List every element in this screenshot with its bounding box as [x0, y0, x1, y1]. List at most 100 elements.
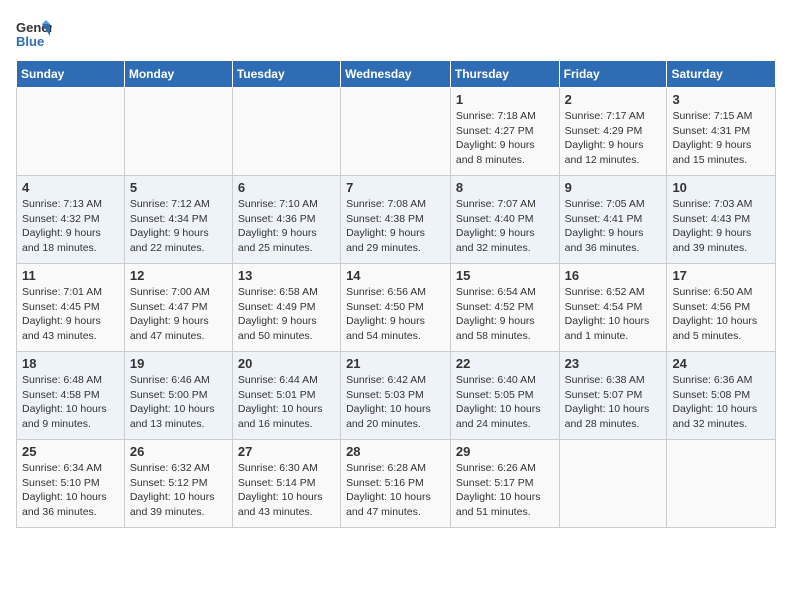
calendar-cell: 10 Sunrise: 7:03 AM Sunset: 4:43 PM Dayli… [667, 176, 776, 264]
header-cell-sunday: Sunday [17, 61, 125, 88]
page-header: General Blue [16, 16, 776, 52]
calendar-cell: 4 Sunrise: 7:13 AM Sunset: 4:32 PM Daylig… [17, 176, 125, 264]
day-number: 21 [346, 356, 445, 371]
day-detail: Sunrise: 6:54 AM Sunset: 4:52 PM Dayligh… [456, 285, 554, 344]
day-number: 9 [565, 180, 662, 195]
day-number: 6 [238, 180, 335, 195]
calendar-cell: 5Sunrise: 7:12 AM Sunset: 4:34 PM Daylig… [124, 176, 232, 264]
day-number: 24 [672, 356, 770, 371]
calendar-cell: 6Sunrise: 7:10 AM Sunset: 4:36 PM Daylig… [232, 176, 340, 264]
calendar-cell: 3 Sunrise: 7:15 AM Sunset: 4:31 PM Daylig… [667, 88, 776, 176]
calendar-cell: 8Sunrise: 7:07 AM Sunset: 4:40 PM Daylig… [450, 176, 559, 264]
day-detail: Sunrise: 6:48 AM Sunset: 4:58 PM Dayligh… [22, 373, 119, 432]
calendar-cell: 9 Sunrise: 7:05 AM Sunset: 4:41 PM Daylig… [559, 176, 667, 264]
day-number: 3 [672, 92, 770, 107]
day-detail: Sunrise: 6:28 AM Sunset: 5:16 PM Dayligh… [346, 461, 445, 520]
day-number: 28 [346, 444, 445, 459]
day-number: 11 [22, 268, 119, 283]
day-detail: Sunrise: 6:32 AM Sunset: 5:12 PM Dayligh… [130, 461, 227, 520]
day-number: 25 [22, 444, 119, 459]
calendar-week-4: 18 Sunrise: 6:48 AM Sunset: 4:58 PM Dayli… [17, 352, 776, 440]
calendar-cell [17, 88, 125, 176]
calendar-cell: 25 Sunrise: 6:34 AM Sunset: 5:10 PM Dayli… [17, 440, 125, 528]
day-detail: Sunrise: 6:34 AM Sunset: 5:10 PM Dayligh… [22, 461, 119, 520]
calendar-cell: 15 Sunrise: 6:54 AM Sunset: 4:52 PM Dayli… [450, 264, 559, 352]
day-number: 19 [130, 356, 227, 371]
calendar-cell: 22 Sunrise: 6:40 AM Sunset: 5:05 PM Dayli… [450, 352, 559, 440]
day-detail: Sunrise: 7:13 AM Sunset: 4:32 PM Dayligh… [22, 197, 119, 256]
calendar-cell [559, 440, 667, 528]
calendar-cell: 2 Sunrise: 7:17 AM Sunset: 4:29 PM Daylig… [559, 88, 667, 176]
header-cell-wednesday: Wednesday [341, 61, 451, 88]
day-number: 23 [565, 356, 662, 371]
logo-icon: General Blue [16, 16, 52, 52]
svg-text:Blue: Blue [16, 34, 44, 49]
day-number: 17 [672, 268, 770, 283]
logo: General Blue [16, 16, 56, 52]
day-detail: Sunrise: 6:36 AM Sunset: 5:08 PM Dayligh… [672, 373, 770, 432]
day-number: 13 [238, 268, 335, 283]
calendar-cell: 16Sunrise: 6:52 AM Sunset: 4:54 PM Dayli… [559, 264, 667, 352]
calendar-cell: 18 Sunrise: 6:48 AM Sunset: 4:58 PM Dayli… [17, 352, 125, 440]
day-detail: Sunrise: 7:18 AM Sunset: 4:27 PM Dayligh… [456, 109, 554, 168]
header-cell-monday: Monday [124, 61, 232, 88]
day-detail: Sunrise: 7:05 AM Sunset: 4:41 PM Dayligh… [565, 197, 662, 256]
calendar-header: SundayMondayTuesdayWednesdayThursdayFrid… [17, 61, 776, 88]
calendar-cell: 21Sunrise: 6:42 AM Sunset: 5:03 PM Dayli… [341, 352, 451, 440]
day-detail: Sunrise: 7:00 AM Sunset: 4:47 PM Dayligh… [130, 285, 227, 344]
calendar-cell: 24 Sunrise: 6:36 AM Sunset: 5:08 PM Dayli… [667, 352, 776, 440]
calendar-cell: 1 Sunrise: 7:18 AM Sunset: 4:27 PM Daylig… [450, 88, 559, 176]
day-detail: Sunrise: 7:15 AM Sunset: 4:31 PM Dayligh… [672, 109, 770, 168]
day-number: 16 [565, 268, 662, 283]
calendar-cell: 7 Sunrise: 7:08 AM Sunset: 4:38 PM Daylig… [341, 176, 451, 264]
day-detail: Sunrise: 7:08 AM Sunset: 4:38 PM Dayligh… [346, 197, 445, 256]
calendar-cell [232, 88, 340, 176]
header-cell-tuesday: Tuesday [232, 61, 340, 88]
day-detail: Sunrise: 7:03 AM Sunset: 4:43 PM Dayligh… [672, 197, 770, 256]
day-number: 1 [456, 92, 554, 107]
day-number: 2 [565, 92, 662, 107]
day-detail: Sunrise: 7:17 AM Sunset: 4:29 PM Dayligh… [565, 109, 662, 168]
calendar-body: 1 Sunrise: 7:18 AM Sunset: 4:27 PM Daylig… [17, 88, 776, 528]
day-detail: Sunrise: 6:44 AM Sunset: 5:01 PM Dayligh… [238, 373, 335, 432]
day-number: 18 [22, 356, 119, 371]
day-detail: Sunrise: 6:26 AM Sunset: 5:17 PM Dayligh… [456, 461, 554, 520]
calendar-cell: 14 Sunrise: 6:56 AM Sunset: 4:50 PM Dayli… [341, 264, 451, 352]
day-detail: Sunrise: 6:38 AM Sunset: 5:07 PM Dayligh… [565, 373, 662, 432]
day-number: 8 [456, 180, 554, 195]
calendar-cell [124, 88, 232, 176]
calendar-cell: 19Sunrise: 6:46 AM Sunset: 5:00 PM Dayli… [124, 352, 232, 440]
day-number: 10 [672, 180, 770, 195]
day-number: 26 [130, 444, 227, 459]
calendar-cell: 12Sunrise: 7:00 AM Sunset: 4:47 PM Dayli… [124, 264, 232, 352]
day-detail: Sunrise: 6:50 AM Sunset: 4:56 PM Dayligh… [672, 285, 770, 344]
day-detail: Sunrise: 7:01 AM Sunset: 4:45 PM Dayligh… [22, 285, 119, 344]
day-detail: Sunrise: 6:56 AM Sunset: 4:50 PM Dayligh… [346, 285, 445, 344]
day-number: 29 [456, 444, 554, 459]
day-number: 27 [238, 444, 335, 459]
calendar-cell: 11 Sunrise: 7:01 AM Sunset: 4:45 PM Dayli… [17, 264, 125, 352]
calendar-cell: 23 Sunrise: 6:38 AM Sunset: 5:07 PM Dayli… [559, 352, 667, 440]
header-cell-saturday: Saturday [667, 61, 776, 88]
calendar-cell: 27 Sunrise: 6:30 AM Sunset: 5:14 PM Dayli… [232, 440, 340, 528]
day-detail: Sunrise: 6:30 AM Sunset: 5:14 PM Dayligh… [238, 461, 335, 520]
day-detail: Sunrise: 6:40 AM Sunset: 5:05 PM Dayligh… [456, 373, 554, 432]
calendar-week-1: 1 Sunrise: 7:18 AM Sunset: 4:27 PM Daylig… [17, 88, 776, 176]
header-row: SundayMondayTuesdayWednesdayThursdayFrid… [17, 61, 776, 88]
day-number: 15 [456, 268, 554, 283]
calendar-cell: 29 Sunrise: 6:26 AM Sunset: 5:17 PM Dayli… [450, 440, 559, 528]
calendar-table: SundayMondayTuesdayWednesdayThursdayFrid… [16, 60, 776, 528]
calendar-cell [341, 88, 451, 176]
calendar-cell [667, 440, 776, 528]
header-cell-thursday: Thursday [450, 61, 559, 88]
calendar-cell: 17 Sunrise: 6:50 AM Sunset: 4:56 PM Dayli… [667, 264, 776, 352]
day-number: 4 [22, 180, 119, 195]
calendar-cell: 28 Sunrise: 6:28 AM Sunset: 5:16 PM Dayli… [341, 440, 451, 528]
day-number: 20 [238, 356, 335, 371]
day-number: 22 [456, 356, 554, 371]
day-number: 14 [346, 268, 445, 283]
calendar-cell: 20 Sunrise: 6:44 AM Sunset: 5:01 PM Dayli… [232, 352, 340, 440]
calendar-week-3: 11 Sunrise: 7:01 AM Sunset: 4:45 PM Dayli… [17, 264, 776, 352]
calendar-cell: 26 Sunrise: 6:32 AM Sunset: 5:12 PM Dayli… [124, 440, 232, 528]
day-number: 7 [346, 180, 445, 195]
